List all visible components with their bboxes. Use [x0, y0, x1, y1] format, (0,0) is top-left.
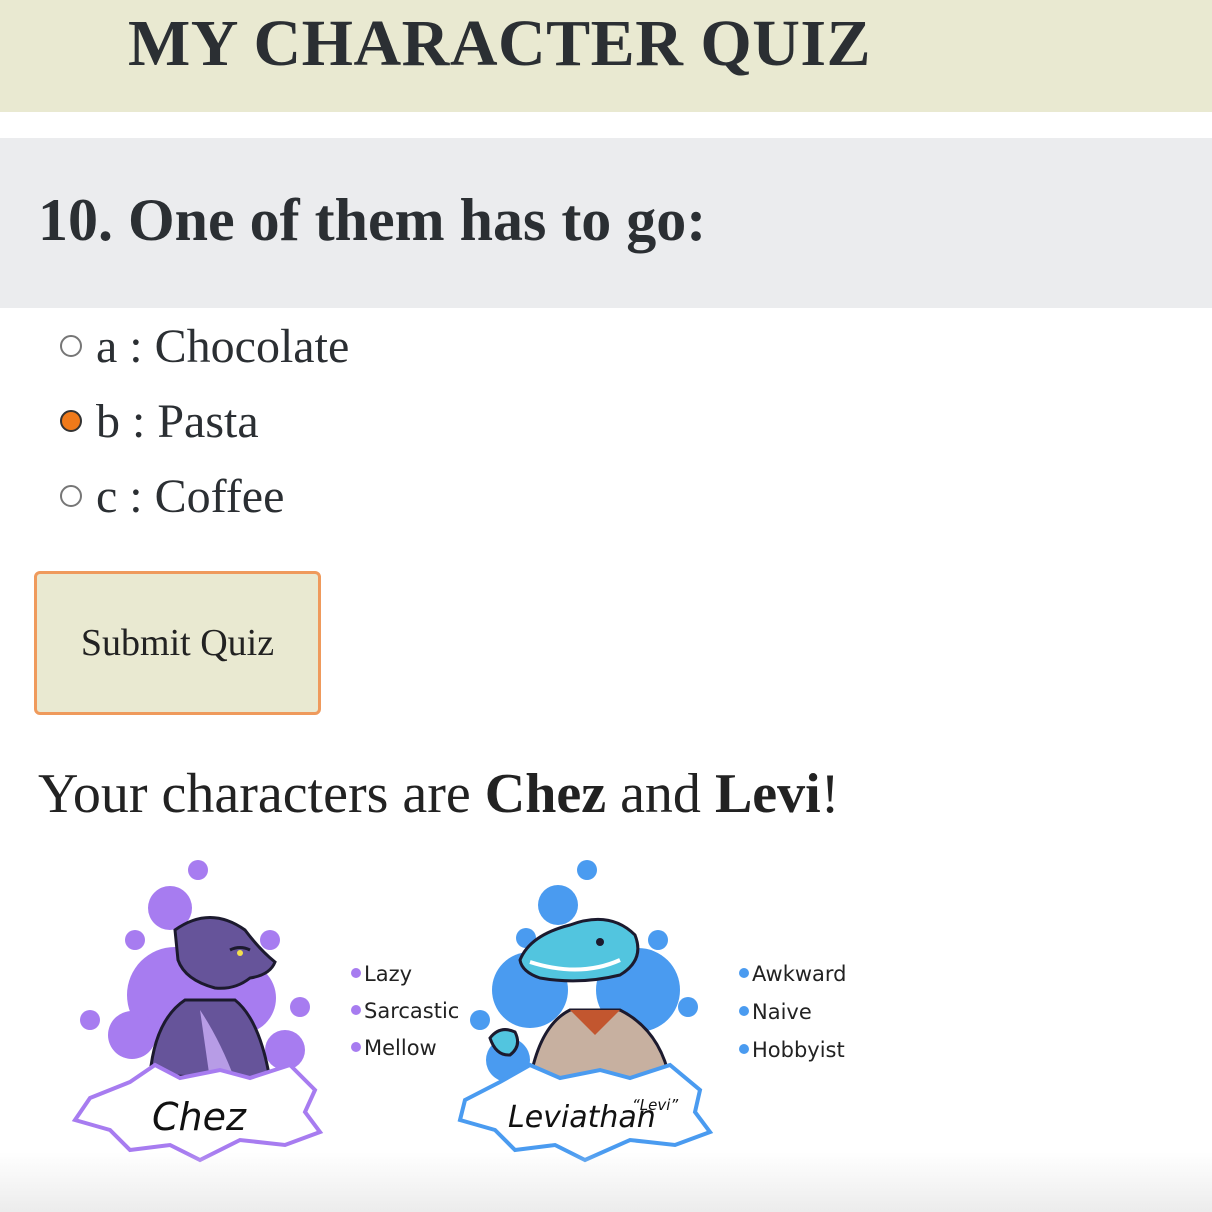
submit-quiz-button[interactable]: Submit Quiz — [34, 571, 321, 715]
option-c[interactable]: c : Coffee — [60, 466, 284, 526]
result-text: Your characters are Chez and Levi! — [38, 762, 839, 826]
levi-trait-1: Awkward — [752, 962, 847, 986]
result-suffix: ! — [820, 763, 840, 825]
result-name-2: Levi — [714, 763, 821, 825]
chez-trait-1: Lazy — [364, 962, 412, 986]
radio-b[interactable] — [60, 410, 82, 432]
levi-trait-2: Naive — [752, 1000, 812, 1024]
option-a-label: a : Chocolate — [96, 319, 350, 373]
levi-head — [518, 917, 640, 983]
chez-trait-2: Sarcastic — [364, 999, 459, 1023]
characters-illustration: Chez Lazy Sarcastic Mellow Leviathan “Le… — [71, 860, 847, 1163]
chez-name-tag: Chez — [152, 1095, 247, 1139]
header-bar: MY CHARACTER QUIZ — [0, 0, 1212, 112]
option-b-label: b : Pasta — [96, 394, 259, 448]
levi-nickname: “Levi” — [632, 1096, 678, 1114]
radio-a[interactable] — [60, 335, 82, 357]
bottom-edge-shade — [0, 1152, 1212, 1212]
option-b[interactable]: b : Pasta — [60, 391, 259, 451]
result-prefix: Your characters are — [38, 763, 485, 825]
levi-trait-3: Hobbyist — [752, 1038, 845, 1062]
result-name-1: Chez — [484, 763, 607, 825]
option-a[interactable]: a : Chocolate — [60, 316, 349, 376]
chez-trait-3: Mellow — [364, 1036, 437, 1060]
app-title: MY CHARACTER QUIZ — [128, 7, 872, 80]
radio-c[interactable] — [60, 485, 82, 507]
chez-art: Chez Lazy Sarcastic Mellow — [71, 860, 459, 1163]
question-text: 10. One of them has to go: — [38, 187, 707, 253]
option-c-label: c : Coffee — [96, 469, 285, 523]
result-joiner: and — [606, 763, 715, 825]
levi-art: Leviathan “Levi” Awkward Naive Hobbyist — [457, 860, 847, 1163]
